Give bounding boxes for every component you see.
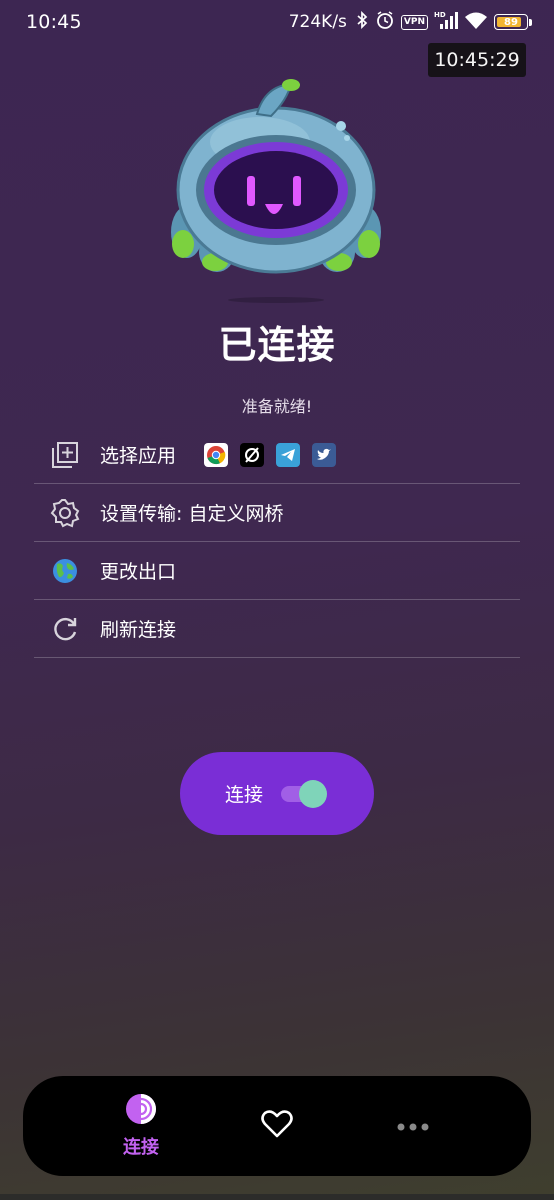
status-time: 10:45 bbox=[26, 11, 82, 33]
battery-level: 89 bbox=[504, 16, 518, 28]
alarm-icon bbox=[375, 10, 395, 34]
clock-overlay: 10:45:29 bbox=[428, 43, 526, 77]
twitter-icon bbox=[312, 442, 337, 467]
cut-icon bbox=[240, 442, 265, 467]
signal-icon: HD bbox=[434, 10, 458, 34]
bottom-navigation: 连接 bbox=[23, 1076, 531, 1176]
chrome-icon bbox=[204, 442, 229, 467]
menu-item-transport-settings[interactable]: 设置传输: 自定义网桥 bbox=[34, 484, 520, 542]
menu-item-select-apps[interactable]: 选择应用 bbox=[34, 426, 520, 484]
connection-status-title: 已连接 bbox=[218, 323, 336, 367]
nav-tab-label: 连接 bbox=[123, 1137, 159, 1158]
wifi-icon bbox=[464, 11, 488, 33]
menu-item-refresh-connection[interactable]: 刷新连接 bbox=[34, 600, 520, 658]
menu-item-label: 选择应用 bbox=[100, 445, 177, 467]
battery-icon: 89 bbox=[494, 14, 528, 30]
more-icon bbox=[396, 1117, 430, 1136]
app-add-icon bbox=[49, 439, 81, 471]
telegram-icon bbox=[276, 442, 301, 467]
status-icons: 724K/s VPN HD 89 bbox=[289, 10, 532, 34]
gear-icon bbox=[49, 497, 81, 529]
vpn-badge: VPN bbox=[400, 14, 428, 30]
menu-item-change-exit[interactable]: 更改出口 bbox=[34, 542, 520, 600]
connect-button-label: 连接 bbox=[225, 784, 264, 806]
tor-onion-icon bbox=[125, 1093, 157, 1129]
bluetooth-icon bbox=[355, 10, 369, 33]
toggle-thumb bbox=[299, 779, 328, 808]
nav-tab-more[interactable] bbox=[371, 1076, 455, 1176]
menu-item-label: 更改出口 bbox=[100, 561, 177, 583]
menu-item-label: 设置传输: 自定义网桥 bbox=[100, 503, 284, 525]
nav-tab-connect[interactable]: 连接 bbox=[99, 1076, 183, 1176]
options-menu: 选择应用 设置传输: 自定义网桥 更改出口 刷新连接 bbox=[34, 426, 520, 658]
refresh-icon bbox=[49, 613, 81, 645]
connection-status-subtitle: 准备就绪! bbox=[241, 397, 313, 416]
svg-text:HD: HD bbox=[434, 11, 446, 19]
network-speed: 724K/s bbox=[288, 12, 347, 32]
mascot-illustration bbox=[165, 72, 387, 312]
nav-tab-favorites[interactable] bbox=[235, 1076, 319, 1176]
connect-toggle[interactable] bbox=[281, 779, 328, 808]
connect-button[interactable]: 连接 bbox=[180, 752, 374, 835]
gesture-bar-area bbox=[0, 1194, 554, 1200]
globe-icon bbox=[49, 555, 81, 587]
menu-item-label: 刷新连接 bbox=[100, 619, 177, 641]
heart-icon bbox=[261, 1109, 293, 1143]
selected-apps bbox=[204, 442, 337, 467]
status-bar: 10:45 724K/s VPN HD 89 bbox=[0, 0, 554, 44]
